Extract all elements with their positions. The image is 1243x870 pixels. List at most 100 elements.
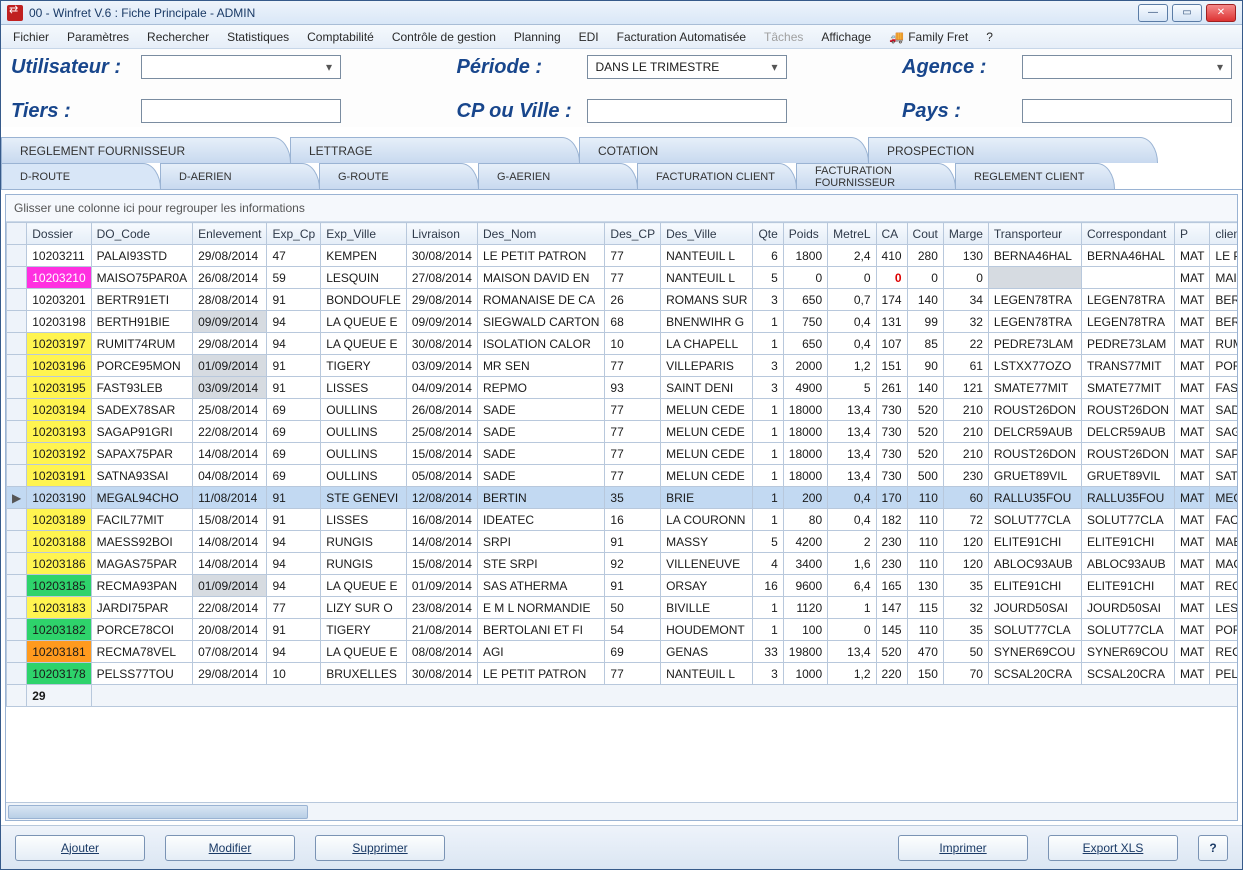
col-enlevement[interactable]: Enlevement [193, 223, 267, 245]
horizontal-scrollbar[interactable] [6, 802, 1237, 820]
input-cp[interactable] [587, 99, 787, 123]
grid-table: DossierDO_CodeEnlevementExp_CpExp_VilleL… [6, 222, 1237, 707]
chevron-down-icon: ▾ [322, 60, 336, 74]
table-row[interactable]: 10203192SAPAX75PAR14/08/201469OULLINS15/… [7, 443, 1238, 465]
delete-button[interactable]: Supprimer [315, 835, 445, 861]
help-button[interactable]: ? [1198, 835, 1228, 861]
col-poids[interactable]: Poids [783, 223, 827, 245]
title-bar: 00 - Winfret V.6 : Fiche Principale - AD… [1, 1, 1242, 25]
maximize-button[interactable]: ▭ [1172, 4, 1202, 22]
table-row[interactable]: 10203191SATNA93SAI04/08/201469OULLINS05/… [7, 465, 1238, 487]
col-metrel[interactable]: MetreL [828, 223, 876, 245]
menu-bar: FichierParamètresRechercherStatistiquesC… [1, 25, 1242, 49]
label-user: Utilisateur : [11, 56, 141, 79]
table-row[interactable]: 10203189FACIL77MIT15/08/201491LISSES16/0… [7, 509, 1238, 531]
col-des_nom[interactable]: Des_Nom [477, 223, 604, 245]
table-row[interactable]: 10203197RUMIT74RUM29/08/201494LA QUEUE E… [7, 333, 1238, 355]
menu-edi[interactable]: EDI [571, 27, 607, 47]
edit-button[interactable]: Modifier [165, 835, 295, 861]
table-row[interactable]: 10203198BERTH91BIE09/09/201494LA QUEUE E… [7, 311, 1238, 333]
col-marge[interactable]: Marge [943, 223, 988, 245]
tab-facturation-client[interactable]: FACTURATION CLIENT [637, 163, 797, 189]
table-row[interactable]: 10203193SAGAP91GRI22/08/201469OULLINS25/… [7, 421, 1238, 443]
col-qte[interactable]: Qte [753, 223, 783, 245]
footer-toolbar: Ajouter Modifier Supprimer Imprimer Expo… [1, 825, 1242, 869]
menu-rechercher[interactable]: Rechercher [139, 27, 217, 47]
label-pays: Pays : [902, 100, 1022, 123]
tab-d-aerien[interactable]: D-AERIEN [160, 163, 320, 189]
app-icon [7, 5, 23, 21]
col-cout[interactable]: Cout [907, 223, 943, 245]
table-row[interactable]: 10203183JARDI75PAR22/08/201477LIZY SUR O… [7, 597, 1238, 619]
dropdown-user[interactable]: ▾ [141, 55, 341, 79]
dropdown-agency[interactable]: ▾ [1022, 55, 1232, 79]
tab-prospection[interactable]: PROSPECTION [868, 137, 1158, 163]
table-row[interactable]: 10203201BERTR91ETI28/08/201491BONDOUFLE2… [7, 289, 1238, 311]
table-row[interactable]: 10203185RECMA93PAN01/09/201494LA QUEUE E… [7, 575, 1238, 597]
tab-g-aerien[interactable]: G-AERIEN [478, 163, 638, 189]
group-by-hint[interactable]: Glisser une colonne ici pour regrouper l… [6, 195, 1237, 222]
table-row[interactable]: 10203194SADEX78SAR25/08/201469OULLINS26/… [7, 399, 1238, 421]
tab-facturation-fournisseur[interactable]: FACTURATION FOURNISSEUR [796, 163, 956, 189]
grid-scroll[interactable]: DossierDO_CodeEnlevementExp_CpExp_VilleL… [6, 222, 1237, 802]
menu-planning[interactable]: Planning [506, 27, 569, 47]
tab-cotation[interactable]: COTATION [579, 137, 869, 163]
menu-facturation-automatis-e[interactable]: Facturation Automatisée [609, 27, 754, 47]
table-row[interactable]: ▶10203190MEGAL94CHO11/08/201491STE GENEV… [7, 487, 1238, 509]
menu-statistiques[interactable]: Statistiques [219, 27, 297, 47]
tab-g-route[interactable]: G-ROUTE [319, 163, 479, 189]
col-des_cp[interactable]: Des_CP [605, 223, 661, 245]
chevron-down-icon: ▾ [768, 60, 782, 74]
tab-reglement-client[interactable]: REGLEMENT CLIENT [955, 163, 1115, 189]
col-client[interactable]: client [1210, 223, 1237, 245]
label-cp: CP ou Ville : [457, 100, 587, 123]
menu-family-fret[interactable]: Family Fret [881, 27, 976, 47]
table-row[interactable]: 10203210MAISO75PAR0A26/08/201459LESQUIN2… [7, 267, 1238, 289]
tabs-bottom-row: D-ROUTED-AERIENG-ROUTEG-AERIENFACTURATIO… [1, 163, 1242, 190]
data-grid: Glisser une colonne ici pour regrouper l… [5, 194, 1238, 821]
table-row[interactable]: 10203196PORCE95MON01/09/201491TIGERY03/0… [7, 355, 1238, 377]
menu--[interactable]: ? [978, 27, 1001, 47]
col-exp_ville[interactable]: Exp_Ville [321, 223, 407, 245]
row-count: 29 [7, 685, 1238, 707]
col-p[interactable]: P [1174, 223, 1209, 245]
menu-param-tres[interactable]: Paramètres [59, 27, 137, 47]
menu-affichage[interactable]: Affichage [813, 27, 879, 47]
label-period: Période : [457, 56, 587, 79]
dropdown-period[interactable]: DANS LE TRIMESTRE▾ [587, 55, 787, 79]
table-row[interactable]: 10203211PALAI93STD29/08/201447KEMPEN30/0… [7, 245, 1238, 267]
close-button[interactable]: ✕ [1206, 4, 1236, 22]
menu-contr-le-de-gestion[interactable]: Contrôle de gestion [384, 27, 504, 47]
export-xls-button[interactable]: Export XLS [1048, 835, 1178, 861]
label-agency: Agence : [902, 56, 1022, 79]
add-button[interactable]: Ajouter [15, 835, 145, 861]
minimize-button[interactable]: — [1138, 4, 1168, 22]
col-correspondant[interactable]: Correspondant [1081, 223, 1174, 245]
scrollbar-thumb[interactable] [8, 805, 308, 819]
col-des_ville[interactable]: Des_Ville [661, 223, 753, 245]
menu-comptabilit-[interactable]: Comptabilité [299, 27, 382, 47]
col-dossier[interactable]: Dossier [27, 223, 91, 245]
tab-lettrage[interactable]: LETTRAGE [290, 137, 580, 163]
table-row[interactable]: 10203181RECMA78VEL07/08/201494LA QUEUE E… [7, 641, 1238, 663]
print-button[interactable]: Imprimer [898, 835, 1028, 861]
tab-reglement-fournisseur[interactable]: REGLEMENT FOURNISSEUR [1, 137, 291, 163]
tab-d-route[interactable]: D-ROUTE [1, 163, 161, 189]
menu-fichier[interactable]: Fichier [5, 27, 57, 47]
col-ca[interactable]: CA [876, 223, 907, 245]
table-row[interactable]: 10203188MAESS92BOI14/08/201494RUNGIS14/0… [7, 531, 1238, 553]
table-row[interactable]: 10203195FAST93LEB03/09/201491LISSES04/09… [7, 377, 1238, 399]
col-exp_cp[interactable]: Exp_Cp [267, 223, 321, 245]
menu-t-ches: Tâches [756, 27, 811, 47]
filter-panel: Utilisateur : ▾ Période : DANS LE TRIMES… [1, 49, 1242, 127]
label-tiers: Tiers : [11, 100, 141, 123]
input-tiers[interactable] [141, 99, 341, 123]
table-row[interactable]: 10203186MAGAS75PAR14/08/201494RUNGIS15/0… [7, 553, 1238, 575]
input-pays[interactable] [1022, 99, 1232, 123]
table-row[interactable]: 10203182PORCE78COI20/08/201491TIGERY21/0… [7, 619, 1238, 641]
window-title: 00 - Winfret V.6 : Fiche Principale - AD… [29, 6, 1138, 20]
table-row[interactable]: 10203178PELSS77TOU29/08/201410BRUXELLES3… [7, 663, 1238, 685]
col-transporteur[interactable]: Transporteur [988, 223, 1081, 245]
col-livraison[interactable]: Livraison [406, 223, 477, 245]
col-do_code[interactable]: DO_Code [91, 223, 192, 245]
